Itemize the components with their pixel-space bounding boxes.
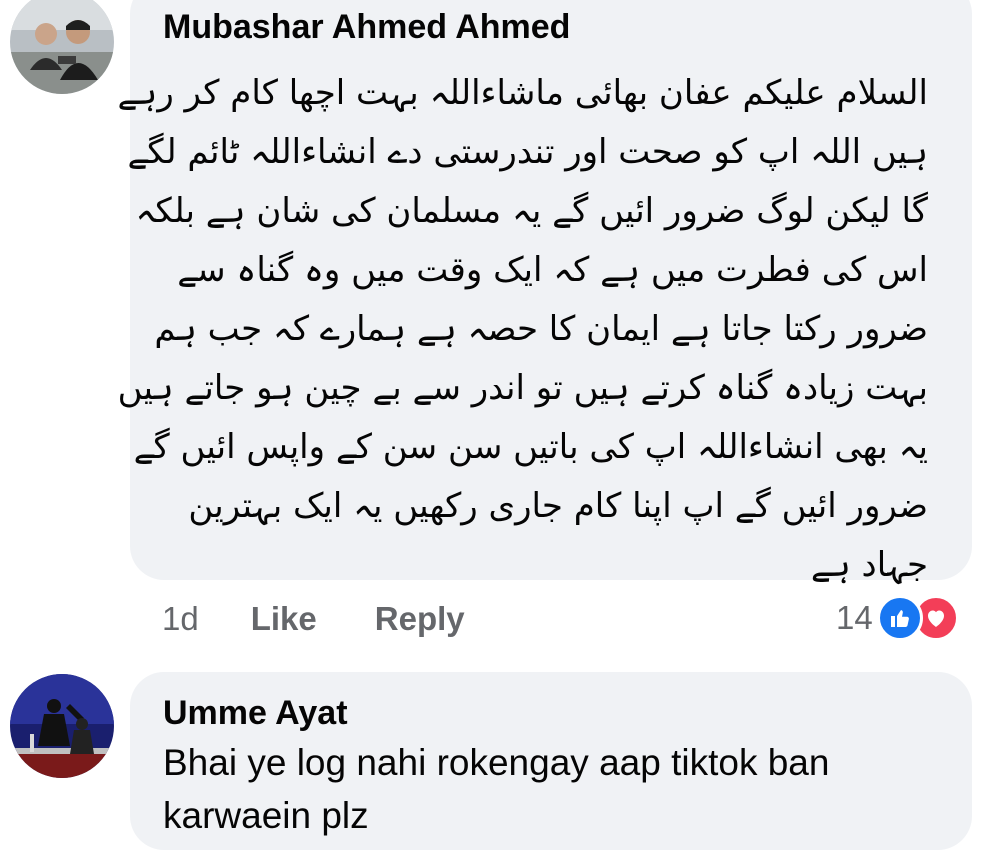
comment-text-line: ضرور رکتا جاتا ہے ایمان کا حصہ ہے ہمارے … [154, 309, 928, 349]
comment-text-line: karwaein plz [163, 795, 369, 836]
comment-text-line: Bhai ye log nahi rokengay aap tiktok ban [163, 742, 830, 783]
avatar[interactable] [10, 0, 114, 94]
reaction-count: 14 [836, 599, 873, 636]
avatar[interactable] [10, 674, 114, 778]
comment-text-line: السلام علیکم عفان بھائی ماشاءاللہ بہت اچ… [117, 73, 928, 113]
avatar-photo [10, 674, 114, 778]
comment-bubble: Mubashar Ahmed Ahmed السلام علیکم عفان ب… [117, 0, 972, 585]
like-button[interactable]: Like [251, 600, 317, 638]
like-icon [876, 595, 923, 641]
comment-text: السلام علیکم عفان بھائی ماشاءاللہ بہت اچ… [117, 64, 928, 595]
comment-text-line: اس کی فطرت میں ہے کہ ایک وقت میں وہ گناہ… [177, 250, 928, 290]
comments-thread: Mubashar Ahmed Ahmed السلام علیکم عفان ب… [0, 0, 984, 858]
comment-text: Bhai ye log nahi rokengay aap tiktok ban… [163, 736, 829, 842]
comment-actions: 1d Like Reply [162, 596, 465, 642]
comment-author[interactable]: Umme Ayat [163, 694, 348, 733]
comment-text-line: گا لیکن لوگ ضرور ائیں گے یہ مسلمان کی شا… [135, 191, 928, 231]
comment-text-line: ضرور ائیں گے اپ اپنا کام جاری رکھیں یہ ا… [188, 486, 928, 526]
reaction-summary[interactable]: 14 [836, 595, 959, 641]
comment-bubble: Umme Ayat Bhai ye log nahi rokengay aap … [130, 672, 972, 850]
reply-button[interactable]: Reply [375, 600, 465, 638]
comment-text-line: ہیں اللہ اپ کو صحت اور تندرستی دے انشاءا… [127, 132, 929, 172]
comment-text-line: جہاد ہے [810, 545, 928, 585]
comment-author[interactable]: Mubashar Ahmed Ahmed [163, 8, 570, 47]
avatar-photo [10, 0, 114, 94]
comment-timestamp[interactable]: 1d [162, 600, 199, 638]
comment-text-line: بہت زیادہ گناہ کرتے ہیں تو اندر سے بے چی… [117, 368, 928, 408]
comment-text-line: یہ بھی انشاءاللہ اپ کی باتیں سن سن کے وا… [133, 427, 928, 467]
